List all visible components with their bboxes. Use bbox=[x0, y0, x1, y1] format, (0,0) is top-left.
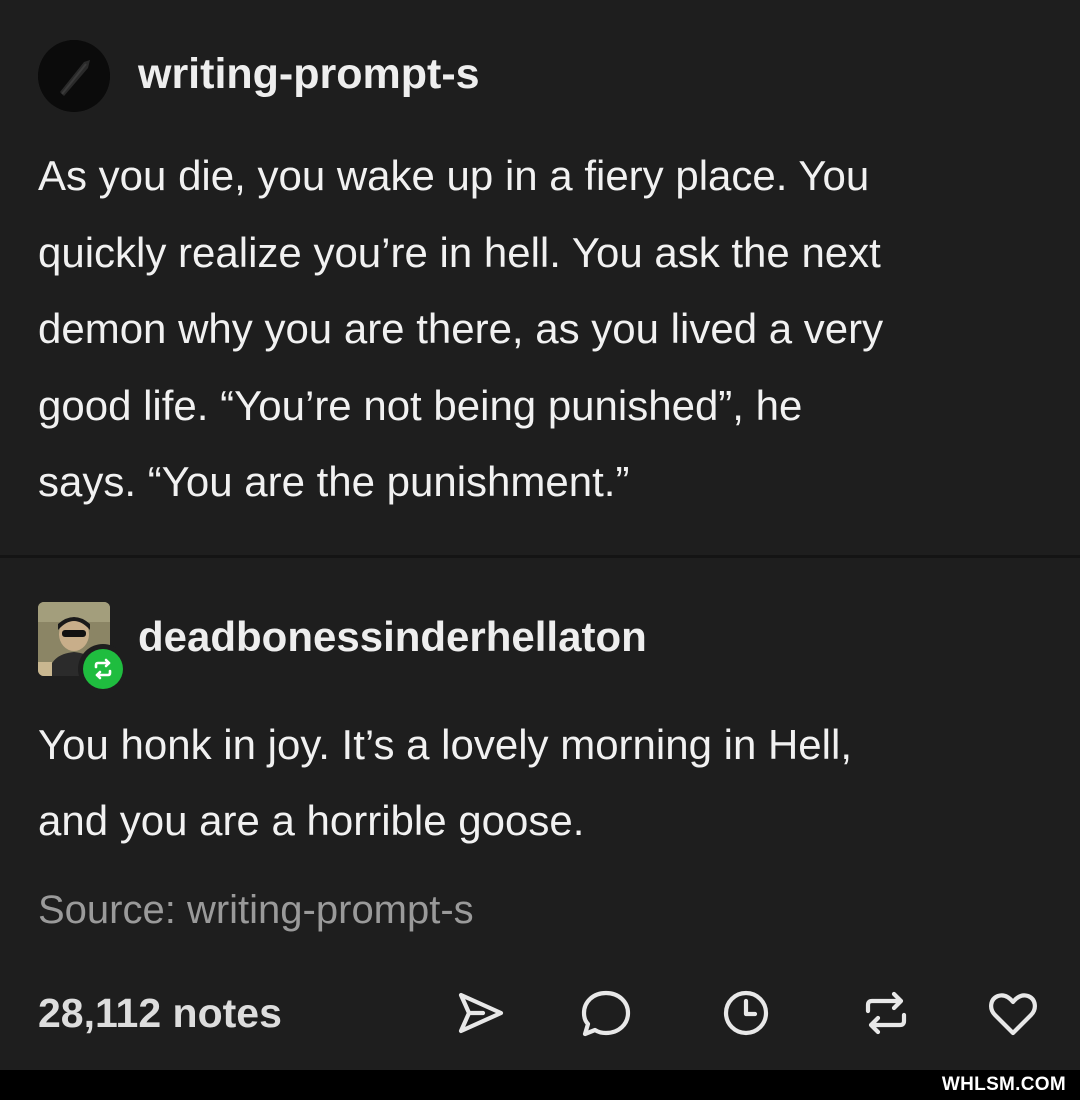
op-username[interactable]: writing-prompt-s bbox=[138, 48, 480, 100]
op-body-line: says. “You are the punishment.” bbox=[38, 458, 630, 505]
site-watermark: WHLSM.COM bbox=[941, 1074, 1066, 1095]
notes-count[interactable]: 28,112 notes bbox=[38, 987, 282, 1039]
heart-icon[interactable] bbox=[985, 985, 1041, 1041]
reblog-username[interactable]: deadbonessinderhellaton bbox=[138, 611, 647, 663]
original-post: writing-prompt-s As you die, you wake up… bbox=[0, 0, 1080, 555]
reblog-body-line: You honk in joy. It’s a lovely morning i… bbox=[38, 721, 852, 768]
screenshot-canvas: writing-prompt-s As you die, you wake up… bbox=[0, 0, 1080, 1100]
source-link[interactable]: Source: writing-prompt-s bbox=[38, 884, 474, 936]
op-body-line: demon why you are there, as you lived a … bbox=[38, 305, 884, 352]
op-post-body: As you die, you wake up in a fiery place… bbox=[38, 138, 1048, 521]
reply-icon[interactable] bbox=[578, 985, 634, 1041]
op-body-line: quickly realize you’re in hell. You ask … bbox=[38, 228, 881, 276]
tumblr-post-card: writing-prompt-s As you die, you wake up… bbox=[0, 0, 1080, 1070]
reblog-body-line: and you are a horrible goose. bbox=[38, 797, 585, 844]
quill-pen-icon[interactable] bbox=[38, 40, 110, 112]
op-body-line: As you die, you wake up in a fiery place… bbox=[38, 152, 870, 199]
share-icon[interactable] bbox=[453, 985, 509, 1041]
reblog-icon[interactable] bbox=[858, 985, 914, 1041]
reblog-badge bbox=[78, 644, 128, 694]
schedule-icon[interactable] bbox=[718, 985, 774, 1041]
reblog-icon bbox=[83, 649, 123, 689]
reblog-post-body: You honk in joy. It’s a lovely morning i… bbox=[38, 707, 1048, 859]
post-divider bbox=[0, 555, 1080, 558]
op-body-line: good life. “You’re not being punished”, … bbox=[38, 381, 803, 429]
